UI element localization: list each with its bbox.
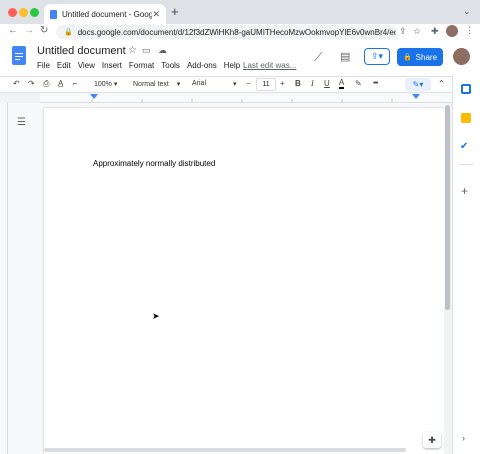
- browser-tab[interactable]: Untitled document - Google D ✕: [44, 4, 166, 24]
- editing-mode-button[interactable]: ✎▾: [405, 78, 431, 91]
- share-label: Share: [415, 52, 438, 62]
- text-color-button[interactable]: A: [339, 78, 345, 89]
- docs-favicon-icon: [50, 9, 57, 19]
- bookmark-star-icon[interactable]: ☆: [413, 26, 421, 37]
- url-text: docs.google.com/document/d/12f3dZWiHKh8-…: [77, 27, 396, 37]
- decrease-font-size-icon[interactable]: −: [246, 79, 251, 88]
- account-avatar[interactable]: [453, 48, 470, 65]
- back-icon[interactable]: ←: [8, 25, 18, 36]
- zoom-window-button[interactable]: [30, 8, 39, 17]
- outline-icon[interactable]: ☰: [17, 117, 26, 128]
- paint-format-icon[interactable]: ⌐: [73, 79, 78, 88]
- style-value: Normal text: [133, 81, 169, 88]
- print-icon[interactable]: ⎙: [43, 79, 49, 89]
- redo-icon[interactable]: ↷: [28, 79, 35, 88]
- browser-menu-icon[interactable]: ⋮: [465, 25, 474, 36]
- tab-search-icon[interactable]: ⌄: [463, 6, 471, 17]
- share-button[interactable]: 🔒 Share: [397, 48, 443, 66]
- horizontal-scrollbar[interactable]: [0, 446, 444, 454]
- left-indent-marker[interactable]: [90, 94, 98, 99]
- menu-bar: File Edit View Insert Format Tools Add-o…: [37, 61, 240, 70]
- ruler-ticks: [91, 99, 393, 102]
- right-indent-marker[interactable]: [412, 94, 420, 99]
- document-page[interactable]: Approximately normally distributed: [44, 108, 444, 454]
- lock-icon: 🔒: [64, 29, 73, 36]
- menu-file[interactable]: File: [37, 61, 50, 70]
- docs-logo-icon[interactable]: [12, 46, 26, 65]
- highlight-color-icon[interactable]: ✎: [355, 79, 362, 88]
- present-button[interactable]: ⇪▾: [364, 48, 390, 65]
- document-title[interactable]: Untitled document: [37, 45, 126, 57]
- star-icon[interactable]: ☆: [128, 45, 137, 56]
- menu-view[interactable]: View: [78, 61, 95, 70]
- show-side-panel-icon[interactable]: ›: [462, 433, 465, 443]
- new-tab-icon[interactable]: +: [171, 4, 179, 19]
- menu-help[interactable]: Help: [224, 61, 240, 70]
- bold-button[interactable]: B: [295, 79, 301, 88]
- minimize-window-button[interactable]: [19, 8, 28, 17]
- menu-tools[interactable]: Tools: [161, 61, 180, 70]
- font-size-input[interactable]: 11: [256, 78, 276, 91]
- extensions-icon[interactable]: ✚: [431, 26, 439, 37]
- h-scrollbar-thumb[interactable]: [44, 448, 406, 452]
- underline-button[interactable]: U: [324, 79, 330, 88]
- close-window-button[interactable]: [8, 8, 17, 17]
- keep-icon[interactable]: [461, 113, 471, 123]
- zoom-dropdown-icon: ▾: [113, 81, 118, 88]
- calendar-icon[interactable]: [461, 84, 471, 94]
- address-bar[interactable]: 🔒 docs.google.com/document/d/12f3dZWiHKh…: [56, 25, 396, 39]
- side-panel-divider: [459, 164, 473, 165]
- vertical-scrollbar[interactable]: [444, 103, 452, 454]
- get-addons-icon[interactable]: +: [461, 184, 468, 198]
- style-dropdown-icon: ▾: [176, 81, 181, 88]
- scrollbar-thumb[interactable]: [445, 105, 450, 310]
- font-select[interactable]: Arial: [192, 80, 206, 87]
- move-folder-icon[interactable]: ▭: [142, 45, 151, 56]
- vertical-ruler: [0, 103, 8, 454]
- collapse-menu-icon[interactable]: ⌃: [438, 79, 445, 88]
- mouse-cursor-icon: ➤: [152, 311, 160, 321]
- tab-title: Untitled document - Google D: [62, 9, 153, 19]
- reload-icon[interactable]: ↻: [40, 25, 48, 36]
- explore-button[interactable]: ✚: [423, 432, 441, 448]
- document-text[interactable]: Approximately normally distributed: [93, 159, 215, 168]
- more-tools-button[interactable]: •••: [373, 80, 378, 87]
- increase-font-size-icon[interactable]: +: [280, 79, 285, 88]
- horizontal-ruler: [40, 93, 452, 103]
- tab-close-icon[interactable]: ✕: [152, 9, 160, 20]
- menu-edit[interactable]: Edit: [57, 61, 71, 70]
- side-panel: [452, 76, 480, 454]
- cloud-saved-icon: ☁: [158, 45, 167, 55]
- undo-icon[interactable]: ↶: [13, 79, 20, 88]
- spellcheck-icon[interactable]: A̲: [58, 79, 63, 88]
- style-select[interactable]: Normal text ▾: [133, 80, 180, 88]
- comments-icon[interactable]: ▤: [340, 50, 350, 63]
- font-dropdown-icon[interactable]: ▾: [233, 80, 237, 88]
- zoom-value: 100%: [94, 81, 112, 88]
- font-value: Arial: [192, 80, 207, 87]
- italic-button[interactable]: I: [311, 79, 314, 88]
- share-page-icon[interactable]: ⇪: [399, 26, 407, 37]
- last-edit-link[interactable]: Last edit was...: [243, 61, 296, 70]
- forward-icon[interactable]: →: [24, 25, 34, 36]
- zoom-select[interactable]: 100% ▾: [94, 80, 117, 88]
- menu-addons[interactable]: Add-ons: [187, 61, 217, 70]
- menu-format[interactable]: Format: [129, 61, 154, 70]
- menu-insert[interactable]: Insert: [102, 61, 122, 70]
- share-lock-icon: 🔒: [402, 54, 412, 61]
- profile-avatar[interactable]: [446, 25, 458, 37]
- editing-toolbar: [0, 76, 452, 93]
- activity-trend-icon[interactable]: ⟋: [314, 50, 322, 65]
- tasks-icon[interactable]: ✔: [460, 141, 468, 152]
